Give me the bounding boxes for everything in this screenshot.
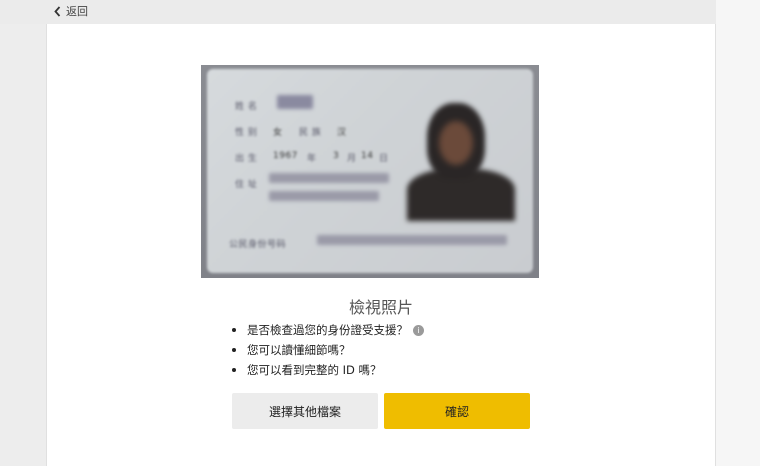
checklist-text: 您可以讀懂細節嗎？: [247, 343, 351, 357]
id-address-redaction: [269, 173, 389, 183]
checklist-item: 您可以看到完整的 ID 嗎？: [232, 360, 424, 380]
id-photo: 姓 名 性 别 女 民 族 汉 出 生 1967 年 3 月 14 日 住 址 …: [201, 65, 539, 278]
confirm-button[interactable]: 確認: [384, 393, 530, 429]
review-title: 檢視照片: [348, 298, 413, 317]
id-field-label: 民 族: [299, 128, 322, 138]
id-field-label: 公民身份号码: [229, 240, 287, 250]
review-card: 姓 名 性 别 女 民 族 汉 出 生 1967 年 3 月 14 日 住 址 …: [46, 24, 716, 466]
checklist-item: 您可以讀懂細節嗎？: [232, 340, 424, 360]
id-field-label: 月: [347, 154, 357, 164]
checklist-text: 您可以看到完整的 ID 嗎？: [247, 363, 382, 377]
id-field-label: 日: [379, 154, 389, 164]
id-field-value: 3: [333, 151, 340, 161]
id-field-value: 14: [361, 151, 374, 161]
id-card-image: 姓 名 性 别 女 民 族 汉 出 生 1967 年 3 月 14 日 住 址 …: [207, 69, 533, 273]
id-field-label: 住 址: [235, 180, 258, 190]
id-field-value: 女: [273, 128, 283, 138]
bullet-icon: [232, 368, 236, 372]
portrait-face: [439, 121, 473, 165]
back-label: 返回: [66, 5, 88, 18]
top-bar: 返回: [0, 0, 760, 24]
id-field-label: 年: [307, 154, 317, 164]
checklist-item: 是否檢查過您的身份證受支援？ i: [232, 320, 424, 340]
id-field-label: 出 生: [235, 154, 258, 164]
back-button[interactable]: 返回: [54, 3, 88, 19]
checklist-text: 是否檢查過您的身份證受支援？: [247, 323, 408, 337]
id-address-redaction: [269, 191, 379, 201]
id-field-value: 1967: [273, 151, 298, 161]
chevron-left-icon: [54, 5, 61, 17]
id-name-redaction: [277, 95, 313, 109]
id-number-redaction: [317, 235, 507, 245]
bullet-icon: [232, 328, 236, 332]
id-field-value: 汉: [337, 128, 347, 138]
choose-other-file-button[interactable]: 選擇其他檔案: [232, 393, 378, 429]
id-field-label: 姓 名: [235, 102, 258, 112]
info-icon[interactable]: i: [413, 324, 424, 336]
id-field-label: 性 别: [235, 128, 258, 138]
page-margin: [716, 0, 760, 466]
review-checklist: 是否檢查過您的身份證受支援？ i 您可以讀懂細節嗎？ 您可以看到完整的 ID 嗎…: [232, 320, 424, 380]
bullet-icon: [232, 348, 236, 352]
